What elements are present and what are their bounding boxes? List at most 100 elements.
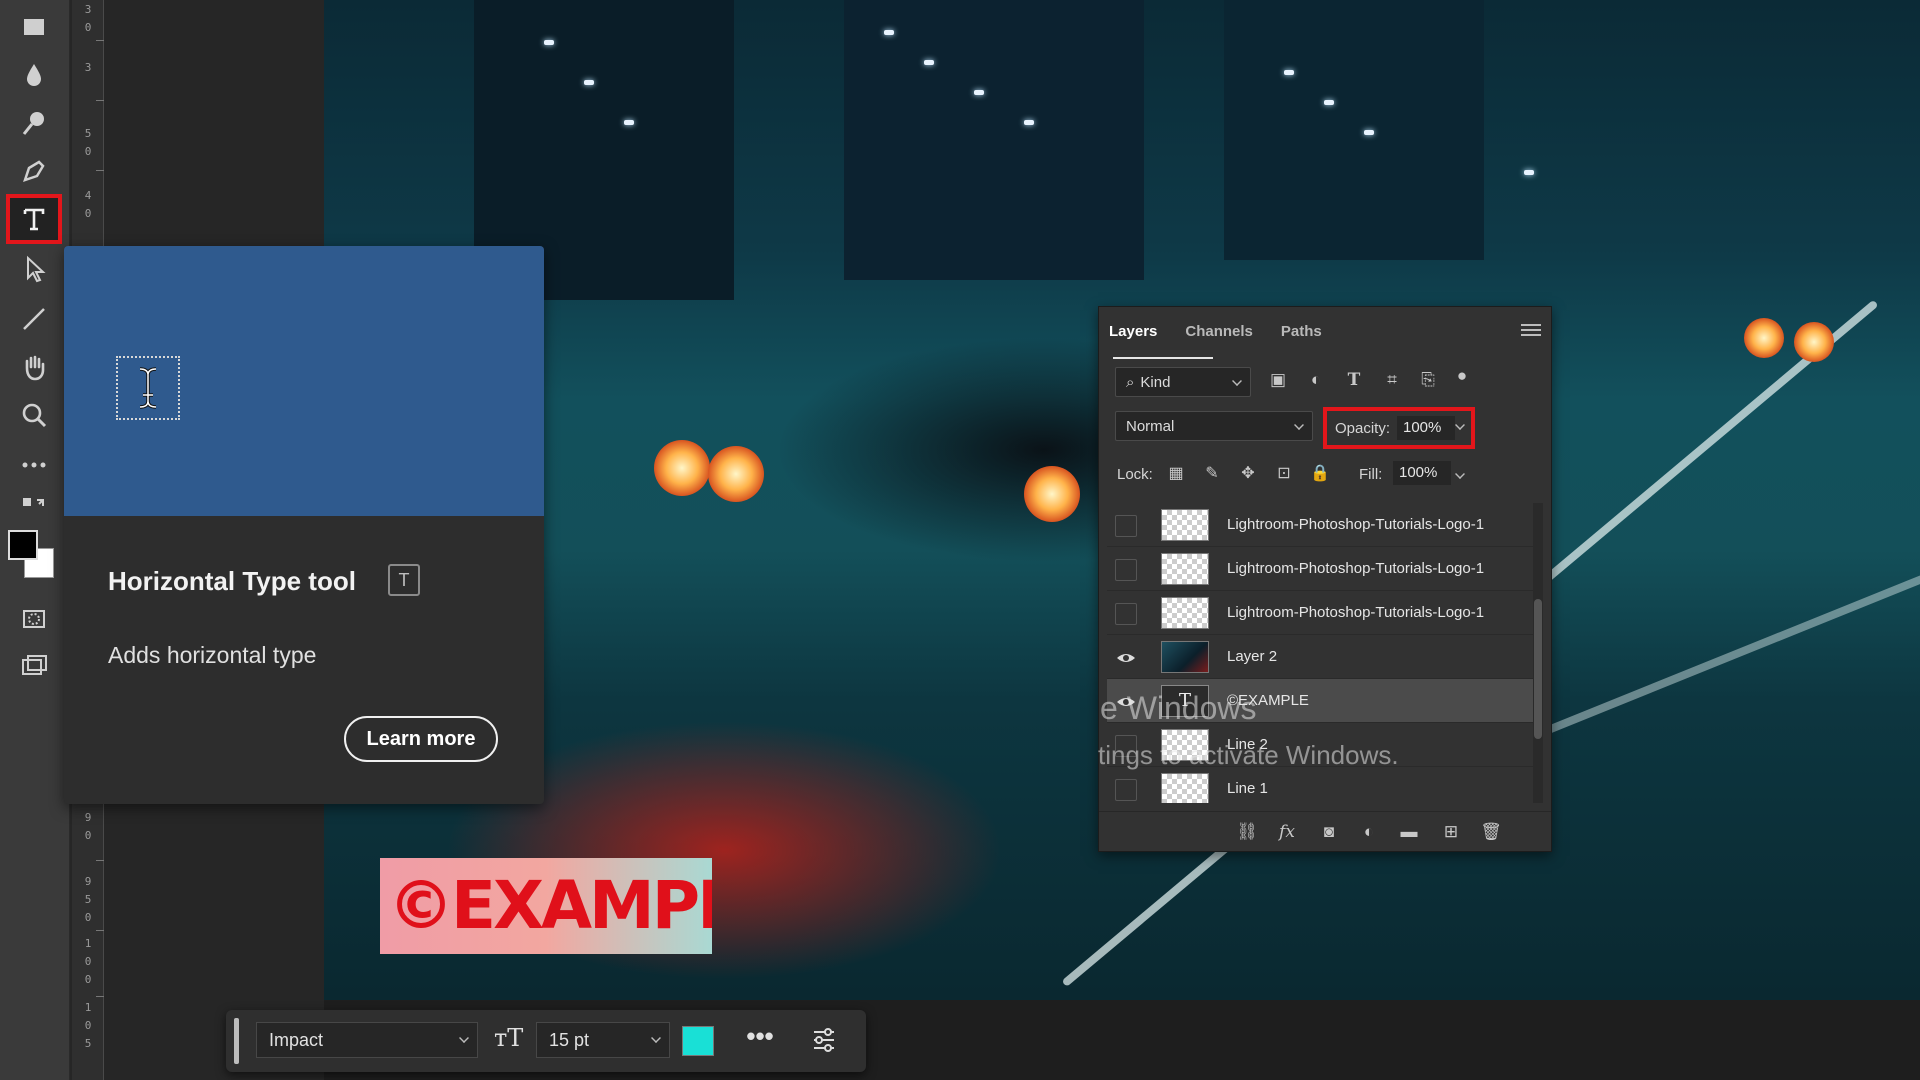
lock-transparent-pixels-icon[interactable]: ▦	[1165, 463, 1187, 485]
blend-mode-value: Normal	[1126, 417, 1175, 435]
layer-thumbnail	[1161, 553, 1209, 585]
lock-image-pixels-icon[interactable]: ✎	[1201, 463, 1223, 485]
delete-layer-icon[interactable]: 🗑	[1479, 820, 1503, 844]
layer-thumbnail	[1161, 641, 1209, 673]
tooltip-description: Adds horizontal type	[108, 642, 317, 668]
filter-toggle-icon[interactable]: ●	[1451, 365, 1473, 387]
layer-style-fx-icon[interactable]: fx	[1275, 820, 1299, 844]
path-selection-tool-icon[interactable]	[10, 248, 58, 290]
photoshop-window: ©EXAMPLE	[0, 0, 1920, 1080]
shape-layer-filter-icon[interactable]: ⌗	[1381, 369, 1403, 391]
adjustment-layer-icon[interactable]: ◐	[1357, 820, 1381, 844]
adjustment-layer-filter-icon[interactable]: ◐	[1305, 369, 1327, 391]
rectangle-tool-icon[interactable]	[10, 6, 58, 48]
layer-thumbnail	[1161, 509, 1209, 541]
visibility-toggle[interactable]	[1115, 559, 1137, 581]
tab-paths[interactable]: Paths	[1281, 323, 1322, 340]
active-tab-underline	[1113, 357, 1213, 359]
lock-row: Lock: ▦ ✎ ✥ ⊡ 🔒 Fill: 100%	[1099, 457, 1551, 491]
zoom-tool-icon[interactable]	[10, 394, 58, 436]
type-cursor-icon	[116, 356, 180, 420]
visibility-toggle[interactable]	[1115, 603, 1137, 625]
panel-menu-icon[interactable]	[1521, 321, 1541, 339]
tooltip-shortcut-key: T	[388, 564, 420, 596]
font-size-dropdown[interactable]: 15 pt	[536, 1022, 670, 1058]
contextual-task-bar: Impact тT 15 pt •••	[226, 1010, 866, 1072]
tools-panel	[0, 0, 70, 1080]
lock-label: Lock:	[1117, 466, 1153, 483]
blur-tool-icon[interactable]	[10, 54, 58, 96]
ruler-number: 5	[84, 127, 92, 140]
layer-name: Line 1	[1227, 780, 1268, 797]
fill-slider-arrow[interactable]	[1455, 469, 1465, 479]
fill-input[interactable]: 100%	[1393, 461, 1451, 485]
layer-row[interactable]: Line 1	[1107, 767, 1537, 803]
layer-row[interactable]: Layer 2	[1107, 635, 1537, 679]
opacity-input[interactable]: 100%	[1397, 416, 1455, 440]
layer-row[interactable]: Lightroom-Photoshop-Tutorials-Logo-1	[1107, 547, 1537, 591]
ruler-number: 5	[84, 1037, 92, 1050]
blend-mode-dropdown[interactable]: Normal	[1115, 411, 1313, 441]
tab-layers[interactable]: Layers	[1109, 323, 1157, 340]
text-color-swatch[interactable]	[682, 1026, 714, 1056]
font-family-dropdown[interactable]: Impact	[256, 1022, 478, 1058]
quick-mask-icon[interactable]	[10, 598, 58, 640]
visibility-toggle[interactable]	[1115, 779, 1137, 801]
layer-name: Lightroom-Photoshop-Tutorials-Logo-1	[1227, 516, 1485, 533]
opacity-control: Opacity: 100%	[1323, 407, 1475, 449]
pen-tool-icon[interactable]	[10, 150, 58, 192]
horizontal-type-tool-icon[interactable]	[6, 194, 62, 244]
lock-all-icon[interactable]: 🔒	[1309, 463, 1331, 485]
ruler-number: 0	[84, 145, 92, 158]
font-family-value: Impact	[269, 1030, 324, 1050]
filter-kind-dropdown[interactable]: ⌕ Kind	[1115, 367, 1251, 397]
example-text-layer[interactable]: ©EXAMPLE	[380, 858, 712, 954]
tool-tooltip: Horizontal Type tool T Adds horizontal t…	[64, 246, 544, 804]
dodge-tool-icon[interactable]	[10, 102, 58, 144]
layer-name: Lightroom-Photoshop-Tutorials-Logo-1	[1227, 560, 1485, 577]
layer-row[interactable]: Lightroom-Photoshop-Tutorials-Logo-1	[1107, 503, 1537, 547]
add-mask-icon[interactable]: ◙	[1317, 820, 1341, 844]
layer-thumbnail	[1161, 597, 1209, 629]
layer-name: Layer 2	[1227, 648, 1278, 665]
panel-tabs: Layers Channels Paths	[1109, 313, 1541, 349]
opacity-slider-arrow[interactable]	[1455, 420, 1465, 430]
lock-position-icon[interactable]: ✥	[1237, 463, 1259, 485]
hand-tool-icon[interactable]	[10, 346, 58, 388]
filter-kind-label: Kind	[1140, 373, 1171, 391]
tab-channels[interactable]: Channels	[1185, 323, 1253, 340]
search-icon: ⌕	[1126, 373, 1135, 391]
car-taillight	[1744, 318, 1784, 358]
learn-more-button[interactable]: Learn more	[344, 716, 498, 762]
more-options-button[interactable]: •••	[740, 1022, 780, 1058]
eye-icon[interactable]	[1115, 647, 1137, 669]
new-group-icon[interactable]: ▬	[1397, 820, 1421, 844]
ruler-number: 0	[84, 21, 92, 34]
font-size-value: 15 pt	[549, 1030, 590, 1050]
pixel-layer-filter-icon[interactable]: ▣	[1267, 369, 1289, 391]
screen-mode-icon[interactable]	[10, 646, 58, 688]
line-tool-icon[interactable]	[10, 298, 58, 340]
smart-object-filter-icon[interactable]: ⎘	[1417, 369, 1439, 391]
ruler-number: 0	[84, 1019, 92, 1032]
visibility-toggle[interactable]	[1115, 515, 1137, 537]
type-layer-filter-icon[interactable]: T	[1343, 369, 1365, 391]
activation-watermark: tings to activate Windows.	[1098, 740, 1399, 770]
ruler-number: 9	[84, 875, 92, 888]
link-layers-icon[interactable]: ⛓	[1235, 820, 1259, 844]
swap-colors-icon[interactable]	[10, 492, 58, 522]
scrollbar-thumb[interactable]	[1534, 599, 1542, 739]
car-taillight	[654, 440, 710, 496]
car-taillight	[1794, 322, 1834, 362]
ruler-number: 9	[84, 811, 92, 824]
settings-sliders-icon[interactable]	[804, 1022, 844, 1058]
layer-list-scrollbar[interactable]	[1533, 503, 1543, 803]
taskbar-drag-handle[interactable]	[234, 1018, 239, 1064]
lock-artboard-icon[interactable]: ⊡	[1273, 463, 1295, 485]
more-tools-icon[interactable]	[10, 444, 58, 486]
new-layer-icon[interactable]: ⊞	[1439, 820, 1463, 844]
foreground-color-swatch[interactable]	[8, 530, 38, 560]
layer-row[interactable]: Lightroom-Photoshop-Tutorials-Logo-1	[1107, 591, 1537, 635]
fill-label: Fill:	[1359, 466, 1383, 483]
ruler-number: 0	[84, 955, 92, 968]
